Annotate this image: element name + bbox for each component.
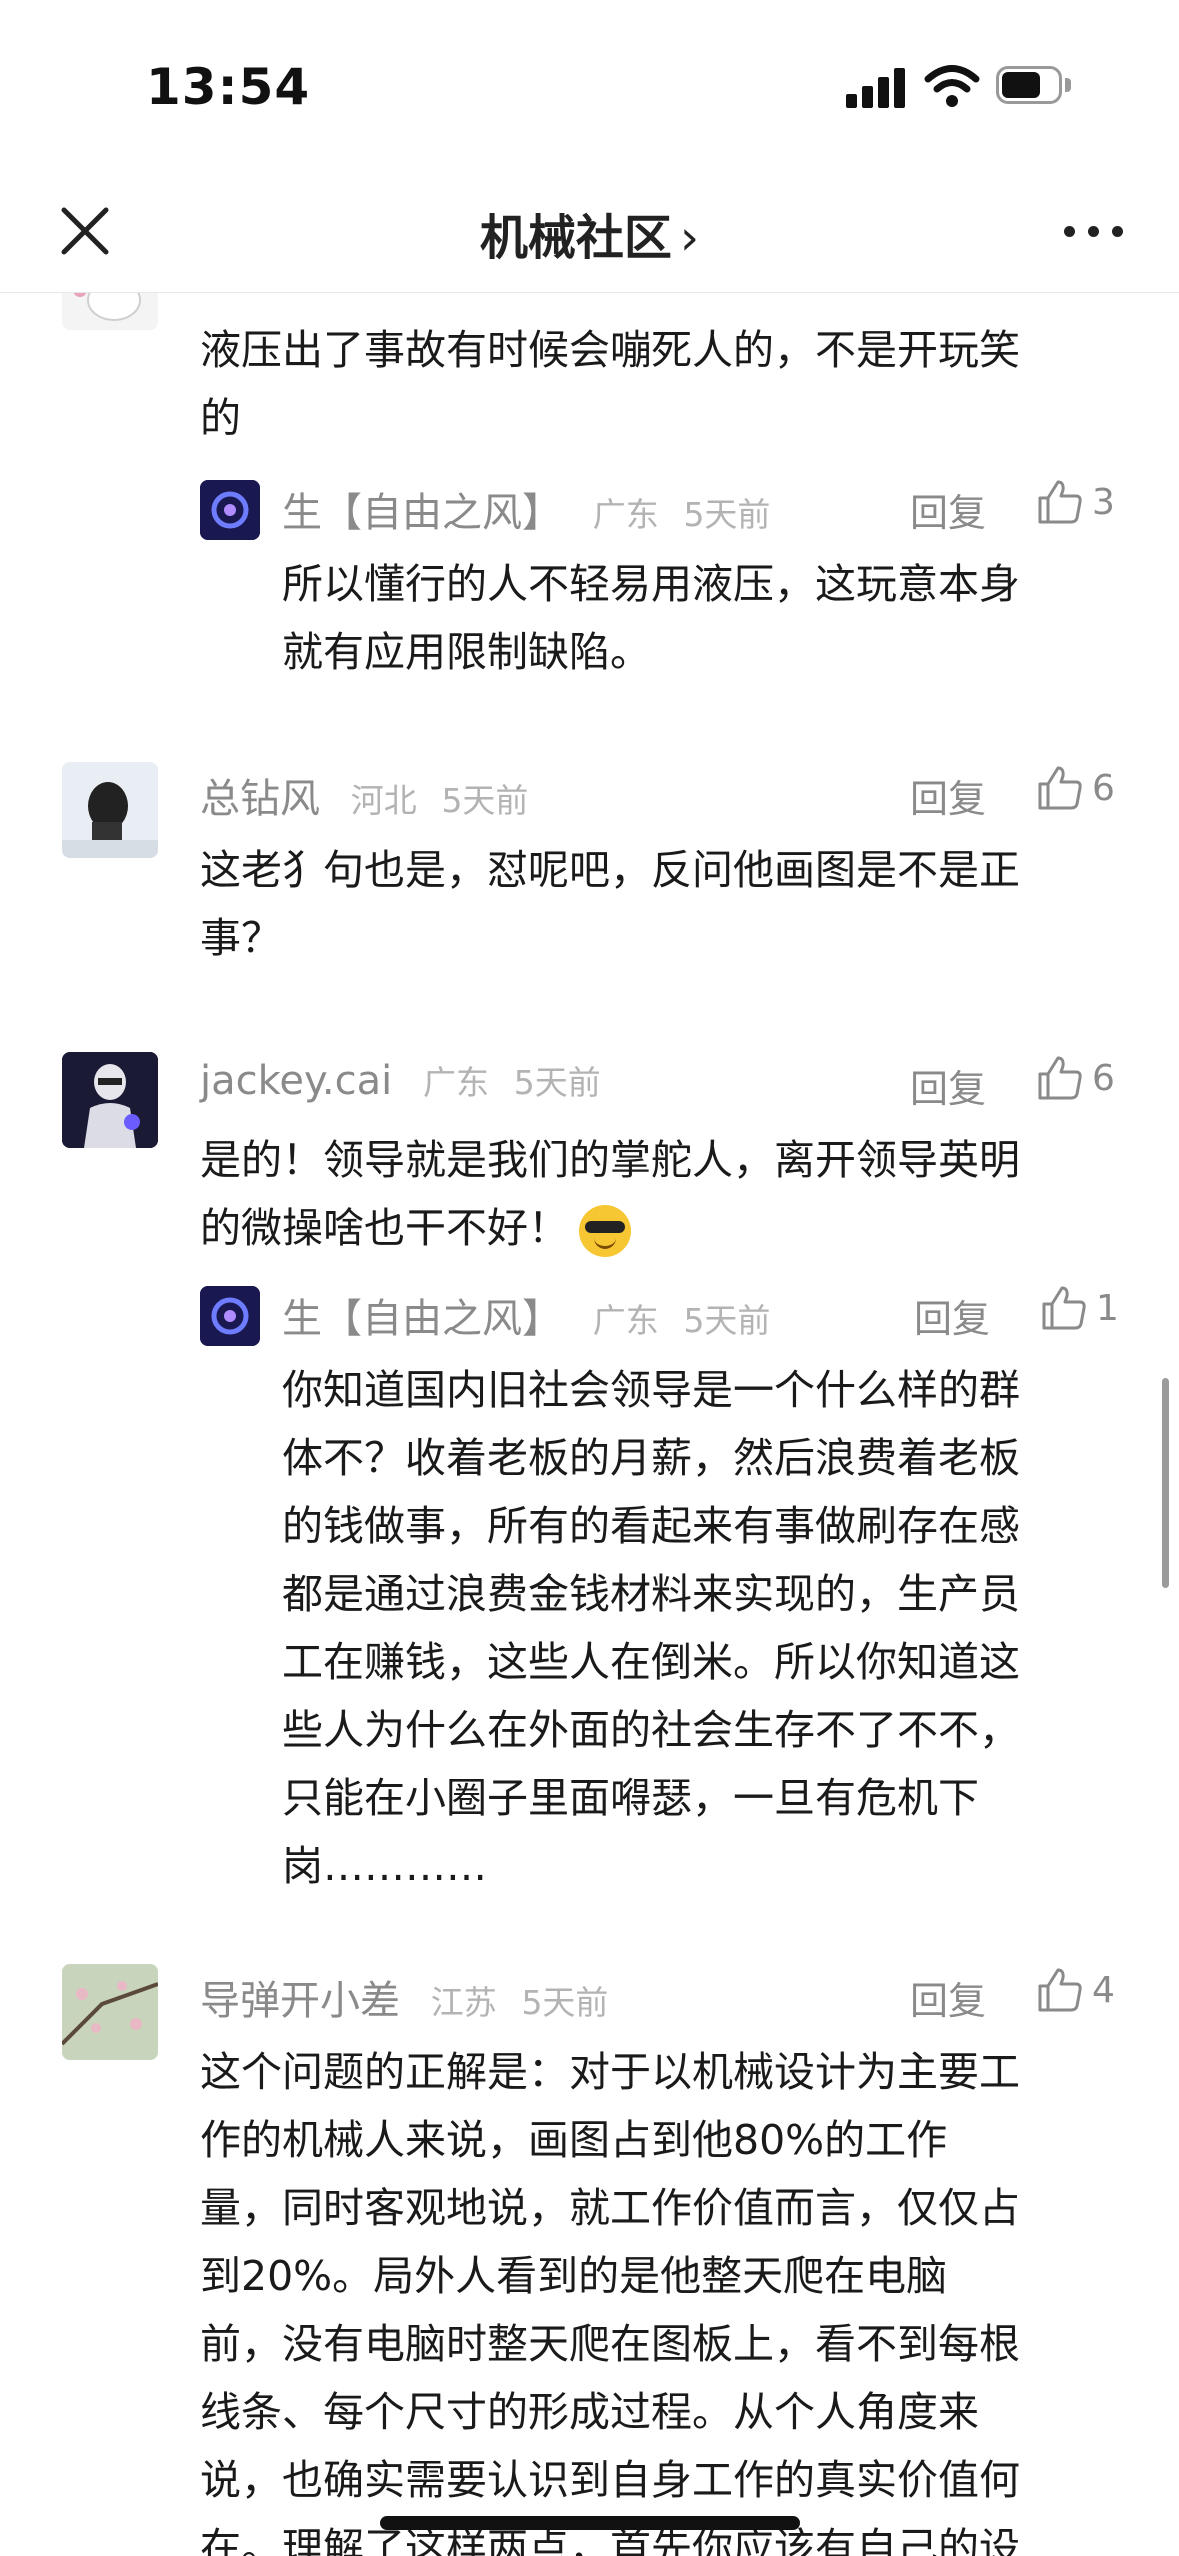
more-options-icon[interactable]	[1064, 220, 1124, 244]
comment-meta: 总钻风 河北 5天前	[200, 766, 528, 824]
page-title[interactable]: 机械社区 ›	[0, 198, 1179, 268]
like-button[interactable]: 4	[1036, 1966, 1115, 2014]
reply-button[interactable]: 回复	[910, 482, 986, 537]
comment-meta: jackey.cai 广东 5天前	[200, 1056, 601, 1104]
reply-button[interactable]: 回复	[910, 1970, 986, 2025]
reply-button[interactable]: 回复	[914, 1288, 990, 1343]
reply-text: 你知道国内旧社会领导是一个什么样的群 体不？收着老板的月薪，然后浪费着老板 的钱…	[282, 1366, 1020, 1890]
author-name[interactable]: 导弹开小差	[200, 1978, 400, 2024]
author-name[interactable]: jackey.cai	[200, 1058, 392, 1104]
author-name[interactable]: 生【自由之风】	[282, 1296, 562, 1342]
thumbs-up-icon	[1038, 1056, 1082, 1100]
reply-button[interactable]: 回复	[910, 768, 986, 823]
reply-text: 所以懂行的人不轻易用液压，这玩意本身 就有应用限制缺陷。	[282, 560, 1020, 676]
like-count: 6	[1092, 767, 1115, 809]
thumbs-up-icon	[1038, 766, 1082, 810]
comment-time: 5天前	[513, 1063, 601, 1102]
avatar[interactable]	[62, 292, 158, 330]
status-time: 13:54	[146, 58, 311, 116]
author-location: 广东	[592, 495, 659, 534]
avatar[interactable]	[62, 1052, 158, 1148]
like-button[interactable]: 3	[1036, 478, 1115, 526]
reply-button[interactable]: 回复	[910, 1058, 986, 1113]
author-name[interactable]: 生【自由之风】	[282, 490, 562, 536]
like-count: 1	[1096, 1287, 1119, 1329]
comment-text: 液压出了事故有时候会嘣死人的，不是开玩笑 的	[200, 326, 1020, 442]
author-location: 广东	[592, 1301, 659, 1340]
thumbs-up-icon	[1042, 1286, 1086, 1330]
home-indicator[interactable]	[380, 2516, 800, 2530]
avatar[interactable]	[62, 762, 158, 858]
comment-time: 5天前	[683, 495, 771, 534]
status-bar: 13:54	[0, 0, 1179, 170]
comment-text: 这个问题的正解是：对于以机械设计为主要工 作的机械人来说，画图占到他80%的工作…	[200, 2048, 1020, 2556]
scrollbar[interactable]	[1162, 1378, 1169, 1588]
page-title-text: 机械社区	[479, 210, 672, 266]
author-location: 河北	[350, 781, 417, 820]
comment-list: 液压出了事故有时候会嘣死人的，不是开玩笑 的 生【自由之风】 广东 5天前 回复…	[0, 292, 1179, 2556]
author-location: 广东	[422, 1063, 489, 1102]
thumbs-up-icon	[1038, 1968, 1082, 2012]
like-button[interactable]: 1	[1040, 1284, 1119, 1332]
avatar[interactable]	[200, 1286, 260, 1346]
comment-meta: 生【自由之风】 广东 5天前	[282, 480, 770, 538]
like-count: 4	[1092, 1969, 1115, 2011]
nav-bar: 机械社区 ›	[0, 170, 1179, 293]
battery-icon	[996, 66, 1072, 104]
like-button[interactable]: 6	[1036, 1054, 1115, 1102]
like-count: 6	[1092, 1057, 1115, 1099]
like-button[interactable]: 6	[1036, 764, 1115, 812]
comment-text: 是的！领导就是我们的掌舵人，离开领导英明 的微操啥也干不好！	[200, 1126, 1020, 1262]
author-location: 江苏	[430, 1983, 497, 2022]
comment-meta: 生【自由之风】 广东 5天前	[282, 1286, 770, 1344]
like-count: 3	[1092, 481, 1115, 523]
author-name[interactable]: 总钻风	[200, 776, 320, 822]
comment-time: 5天前	[521, 1983, 609, 2022]
comment-time: 5天前	[441, 781, 529, 820]
cool-sunglasses-emoji-icon	[579, 1205, 631, 1257]
wifi-icon	[924, 65, 980, 107]
cellular-signal-icon	[846, 66, 908, 108]
comment-text: 这老犭句也是，怼呢吧，反问他画图是不是正 事？	[200, 846, 1020, 962]
chevron-right-icon: ›	[679, 210, 700, 266]
comment-time: 5天前	[683, 1301, 771, 1340]
avatar[interactable]	[200, 480, 260, 540]
avatar[interactable]	[62, 1964, 158, 2060]
thumbs-up-icon	[1038, 480, 1082, 524]
comment-meta: 导弹开小差 江苏 5天前	[200, 1968, 608, 2026]
